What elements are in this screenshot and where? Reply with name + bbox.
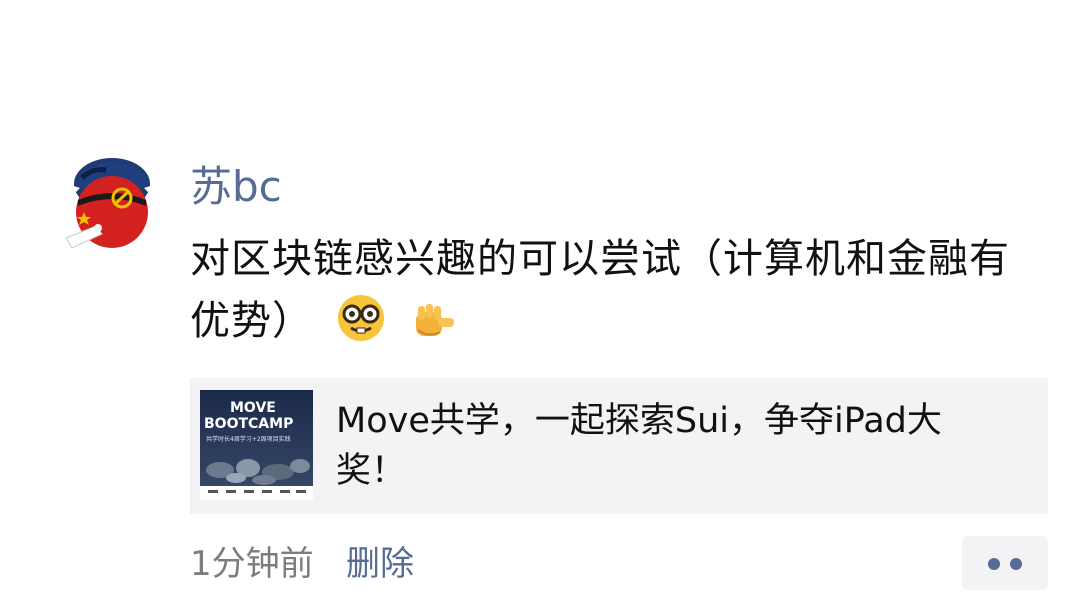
avatar[interactable] <box>62 156 160 252</box>
nerd-face-icon <box>335 292 387 362</box>
backhand-index-pointing-at-viewer-icon <box>408 292 460 362</box>
shared-link-card[interactable]: MOVE BOOTCAMP 共学时长4周学习+2周项目实践 Move共学，一起探… <box>190 378 1048 514</box>
more-dot-icon <box>988 558 1000 570</box>
delete-link[interactable]: 删除 <box>346 540 414 588</box>
avatar-image <box>65 158 156 249</box>
thumbnail-headline-2: BOOTCAMP <box>204 416 294 432</box>
thumbnail-headline-1: MOVE <box>230 400 276 416</box>
post-text-block: 对区块链感兴趣的可以尝试（计算机和金融有优势） <box>190 228 1030 362</box>
more-dot-icon <box>1010 558 1022 570</box>
post-text: 对区块链感兴趣的可以尝试（计算机和金融有优势） <box>190 236 1010 344</box>
post-timestamp: 1分钟前 <box>190 544 314 584</box>
more-actions-button[interactable] <box>962 536 1048 590</box>
link-thumbnail: MOVE BOOTCAMP 共学时长4周学习+2周项目实践 <box>200 390 313 500</box>
thumbnail-subtitle: 共学时长4周学习+2周项目实践 <box>206 436 291 443</box>
link-title: Move共学，一起探索Sui，争夺iPad大奖！ <box>336 401 942 491</box>
moments-post: 苏bc 对区块链感兴趣的可以尝试（计算机和金融有优势） MOVE BOOTCAM… <box>0 0 1080 606</box>
author-name[interactable]: 苏bc <box>190 158 282 216</box>
